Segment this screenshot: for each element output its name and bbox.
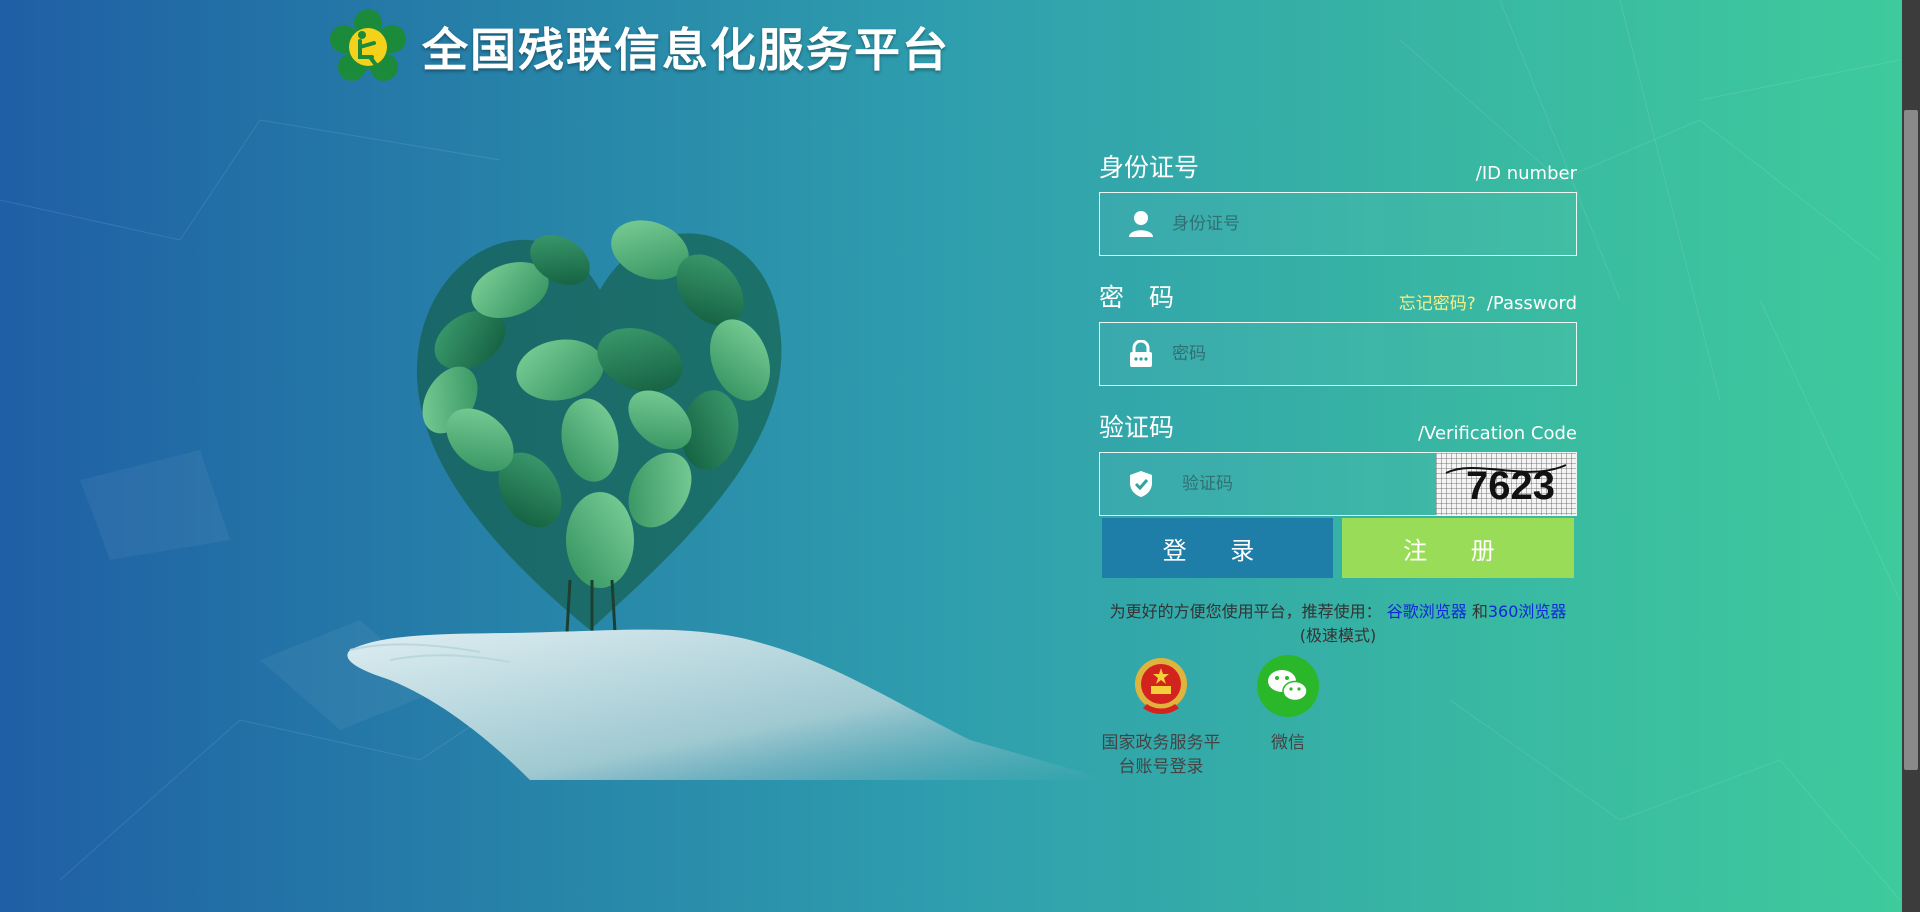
password-label-en: /Password: [1486, 293, 1577, 314]
browser-360-link[interactable]: 360浏览器: [1488, 602, 1567, 621]
scrollbar-thumb[interactable]: [1904, 110, 1918, 770]
lock-icon: [1126, 339, 1156, 369]
tip-and: 和: [1471, 602, 1488, 621]
captcha-field: 7623: [1099, 452, 1577, 516]
id-label: 身份证号: [1099, 153, 1200, 182]
id-input[interactable]: [1170, 213, 1534, 235]
header: 全国残联信息化服务平台: [330, 4, 950, 90]
password-label-row: 密 码 忘记密码? /Password: [1099, 280, 1577, 314]
vertical-scrollbar[interactable]: [1902, 0, 1920, 912]
password-label: 密 码: [1099, 283, 1175, 312]
tip-prefix: 为更好的方便您使用平台，推荐使用：: [1109, 602, 1382, 621]
login-button[interactable]: 登 录: [1102, 518, 1333, 578]
site-title: 全国残联信息化服务平台: [422, 23, 950, 77]
captcha-image[interactable]: 7623: [1436, 453, 1576, 515]
login-form: 身份证号 /ID number 密 码 忘记密码? /Password 验证码 …: [1099, 150, 1577, 779]
captcha-label-row: 验证码 /Verification Code: [1099, 410, 1577, 444]
password-input[interactable]: [1170, 343, 1534, 365]
forgot-password-link[interactable]: 忘记密码?: [1399, 294, 1476, 314]
register-button[interactable]: 注 册: [1342, 518, 1574, 578]
shield-check-icon: [1126, 469, 1156, 499]
wechat-icon[interactable]: [1256, 654, 1320, 718]
gov-login-label: 国家政务服务平台账号登录: [1101, 733, 1221, 777]
chrome-link[interactable]: 谷歌浏览器: [1387, 602, 1467, 621]
captcha-label: 验证码: [1099, 413, 1175, 442]
wechat-login-label: 微信: [1271, 733, 1305, 753]
browser-tip: 为更好的方便您使用平台，推荐使用： 谷歌浏览器 和360浏览器 (极速模式): [1099, 600, 1577, 648]
captcha-input[interactable]: [1180, 473, 1414, 495]
password-field: [1099, 322, 1577, 386]
alt-logins: 国家政务服务平台账号登录 微信: [1099, 654, 1577, 779]
cdpf-logo-icon: [330, 9, 406, 81]
user-icon: [1126, 209, 1156, 239]
national-emblem-icon[interactable]: [1129, 654, 1193, 718]
captcha-label-en: /Verification Code: [1417, 423, 1577, 444]
id-label-en: /ID number: [1475, 163, 1577, 184]
wechat-login[interactable]: 微信: [1223, 654, 1353, 779]
action-buttons: 登 录 注 册: [1099, 518, 1577, 578]
id-field: [1099, 192, 1577, 256]
gov-login[interactable]: 国家政务服务平台账号登录: [1099, 654, 1223, 779]
id-label-row: 身份证号 /ID number: [1099, 150, 1577, 184]
hero-illustration: [347, 220, 1110, 780]
tip-suffix: (极速模式): [1299, 626, 1377, 645]
